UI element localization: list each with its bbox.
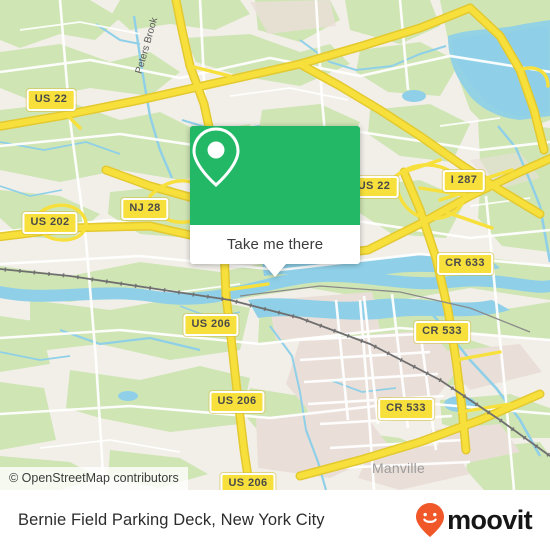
moovit-logo[interactable]: moovit (415, 502, 533, 538)
location-title: Bernie Field Parking Deck, New York City (18, 510, 325, 529)
location-popup[interactable]: Take me there (190, 126, 360, 277)
map-page: US 22 US 202 NJ 28 US 22 I 287 CR 633 US… (0, 0, 550, 550)
map-pin-icon (192, 127, 240, 188)
road-shield: I 287 (442, 170, 486, 192)
road-shield: US 206 (183, 314, 239, 336)
road-shield: CR 533 (414, 321, 470, 343)
take-me-there-label: Take me there (226, 236, 324, 253)
road-shield: US 206 (209, 391, 265, 413)
road-shield: NJ 28 (121, 198, 169, 220)
road-shield: US 202 (22, 212, 78, 234)
moovit-smiley-pin-icon (416, 503, 445, 537)
popup-tail (264, 264, 286, 277)
road-shield: US 22 (26, 89, 76, 111)
road-shield: CR 633 (437, 253, 493, 275)
popup-header (190, 126, 360, 225)
take-me-there-button[interactable]: Take me there (190, 225, 360, 264)
footer-bar: Bernie Field Parking Deck, New York City… (0, 490, 550, 550)
moovit-wordmark: moovit (447, 504, 533, 535)
road-shield: CR 533 (378, 398, 434, 420)
road-shield: US 206 (220, 473, 276, 490)
osm-attribution[interactable]: © OpenStreetMap contributors (0, 467, 188, 490)
map-canvas[interactable]: US 22 US 202 NJ 28 US 22 I 287 CR 633 US… (0, 0, 550, 490)
